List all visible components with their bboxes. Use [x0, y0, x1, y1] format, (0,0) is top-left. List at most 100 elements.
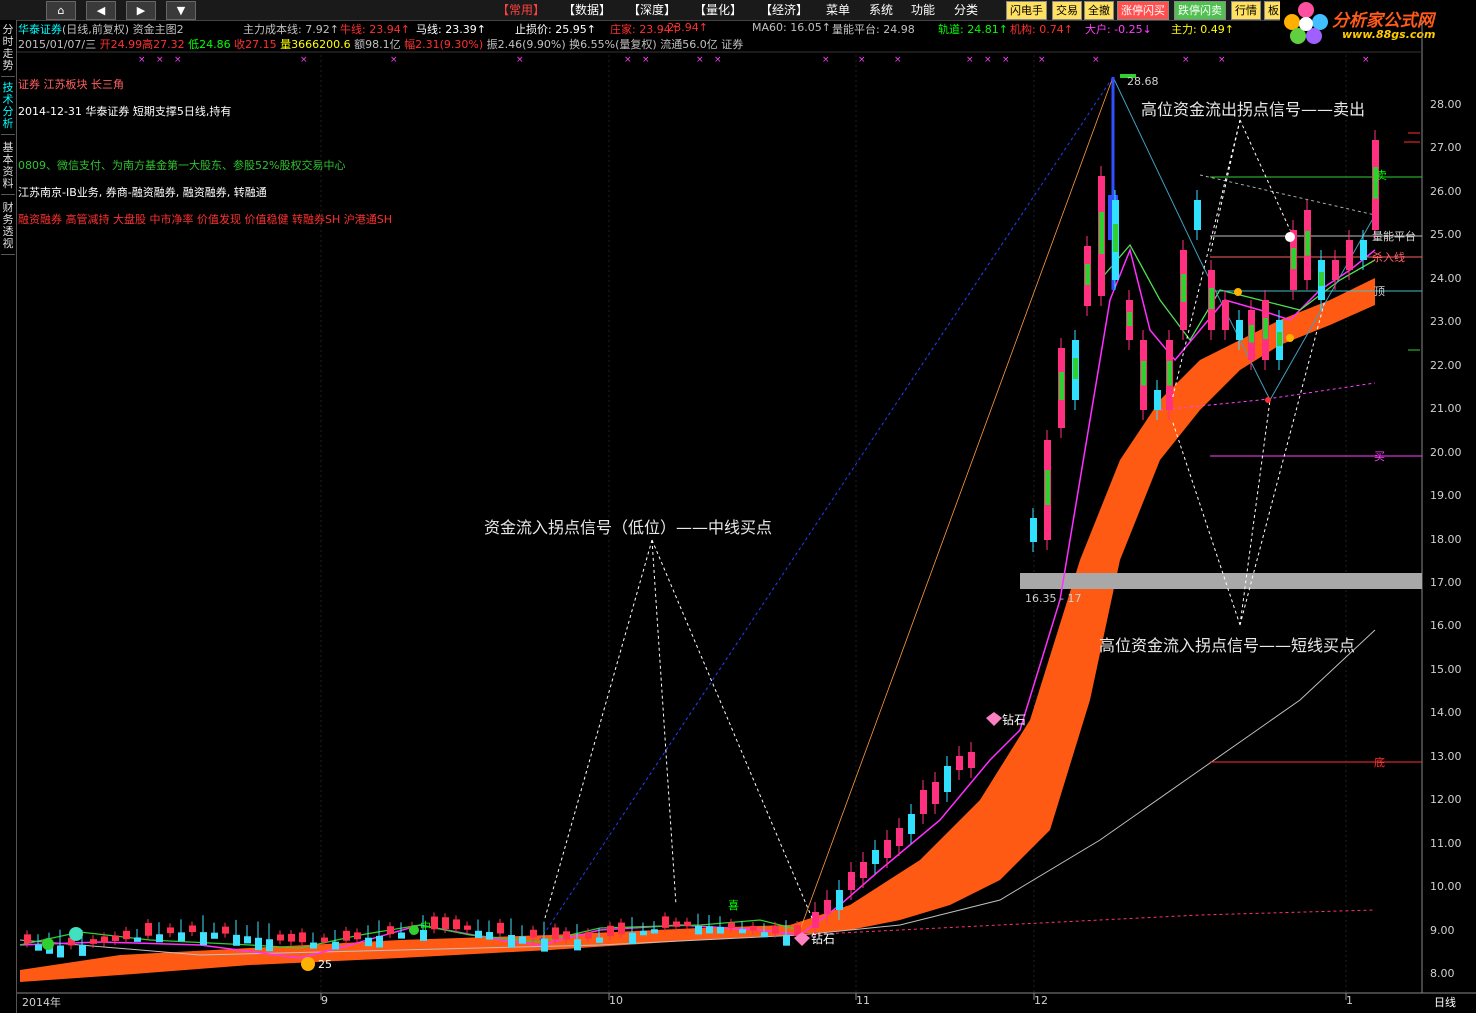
x-tick: 9: [321, 994, 328, 1007]
candle: [717, 927, 724, 934]
candle: [233, 935, 240, 946]
candle-inner: [1113, 224, 1118, 252]
peak-label: 28.68: [1127, 75, 1159, 88]
signal-mark: ×: [642, 55, 650, 65]
xi-marker-label: 喜: [728, 897, 739, 913]
candle: [90, 939, 97, 944]
annotation-high-sell: 高位资金流出拐点信号——卖出: [1141, 96, 1365, 120]
candle: [497, 923, 504, 934]
candle: [530, 930, 537, 938]
candle: [1222, 300, 1229, 330]
kill-line-label: 杀入线: [1372, 249, 1405, 265]
candle: [772, 926, 779, 934]
y-tick: 9.00: [1430, 924, 1455, 937]
x-tick: 1: [1346, 994, 1353, 1007]
candle: [332, 942, 339, 950]
candle: [1360, 240, 1367, 260]
candle-inner: [1263, 318, 1268, 339]
candle: [211, 933, 218, 939]
candle: [541, 939, 548, 952]
signal-mark: ×: [1182, 55, 1190, 65]
arrow-low-1: [545, 540, 652, 918]
candle: [277, 934, 284, 940]
candle-inner: [1181, 274, 1186, 302]
arrow-buy-2: [1240, 400, 1270, 625]
candle: [123, 931, 130, 939]
diamond-icon: [986, 712, 1002, 726]
candle: [968, 752, 975, 768]
y-tick: 20.00: [1430, 446, 1462, 459]
candle: [684, 922, 691, 926]
candle: [860, 862, 867, 878]
arrow-sell-3: [1240, 120, 1290, 230]
kline-chart[interactable]: ×××××××××××××××××××××: [0, 0, 1476, 1013]
candle: [156, 934, 163, 942]
y-tick: 26.00: [1430, 185, 1462, 198]
candle: [706, 926, 713, 933]
candle: [552, 927, 559, 939]
candle-inner: [1127, 312, 1132, 326]
candle: [848, 872, 855, 890]
platform-label: 量能平台: [1372, 228, 1416, 244]
candle-inner: [1167, 361, 1172, 386]
coin-small-icon: [1234, 288, 1242, 296]
period-label[interactable]: 日线: [1434, 994, 1456, 1010]
y-tick: 12.00: [1430, 793, 1462, 806]
y-tick: 10.00: [1430, 880, 1462, 893]
candle-inner: [1141, 361, 1146, 386]
badge-icon: [69, 927, 83, 941]
low-marker-label: 25: [318, 958, 332, 971]
signal-mark: ×: [696, 55, 704, 65]
x-tick: 2014年: [22, 994, 61, 1010]
ma60-line: [20, 630, 1375, 955]
candle: [908, 814, 915, 834]
signal-mark: ×: [516, 55, 524, 65]
candle: [464, 926, 471, 930]
y-tick: 24.00: [1430, 272, 1462, 285]
candle: [35, 944, 42, 950]
candle: [244, 936, 251, 943]
candle: [200, 932, 207, 945]
signal-dot-icon: [42, 938, 54, 950]
signal-mark: ×: [1362, 55, 1370, 65]
candle: [376, 936, 383, 948]
y-tick: 14.00: [1430, 706, 1462, 719]
candle: [662, 916, 669, 927]
signal-mark: ×: [390, 55, 398, 65]
signal-dot-icon: [1265, 397, 1271, 403]
arrow-low-3: [652, 540, 812, 918]
signal-mark: ×: [138, 55, 146, 65]
candle: [519, 936, 526, 943]
candle-inner: [1249, 325, 1254, 343]
sell-label: 卖: [1376, 167, 1387, 183]
y-tick: 17.00: [1430, 576, 1462, 589]
candle: [1030, 518, 1037, 542]
candle: [266, 939, 273, 951]
candle: [944, 766, 951, 792]
candle: [783, 935, 790, 946]
y-tick: 15.00: [1430, 663, 1462, 676]
candle: [629, 933, 636, 944]
candle: [112, 936, 119, 941]
candle: [189, 925, 196, 932]
candle-inner: [1099, 212, 1104, 254]
candle: [651, 929, 658, 933]
candle: [607, 926, 614, 936]
candle: [24, 934, 31, 943]
x-tick: 11: [856, 994, 870, 1007]
candle: [167, 927, 174, 933]
mid-marker-label: 中: [420, 918, 431, 934]
candle-inner: [1291, 248, 1296, 269]
candle: [1154, 390, 1161, 410]
candle: [618, 923, 625, 935]
diamond-label-upper: 钻石: [1002, 711, 1026, 728]
sell-signal-icon: [1285, 232, 1295, 242]
annotation-high-buy: 高位资金流入拐点信号——短线买点: [1099, 632, 1355, 656]
candle: [896, 828, 903, 846]
candle: [585, 932, 592, 938]
signal-mark: ×: [174, 55, 182, 65]
bottom-label: 底: [1374, 754, 1385, 770]
candle: [761, 932, 768, 937]
candle: [750, 926, 757, 931]
candle: [178, 932, 185, 941]
